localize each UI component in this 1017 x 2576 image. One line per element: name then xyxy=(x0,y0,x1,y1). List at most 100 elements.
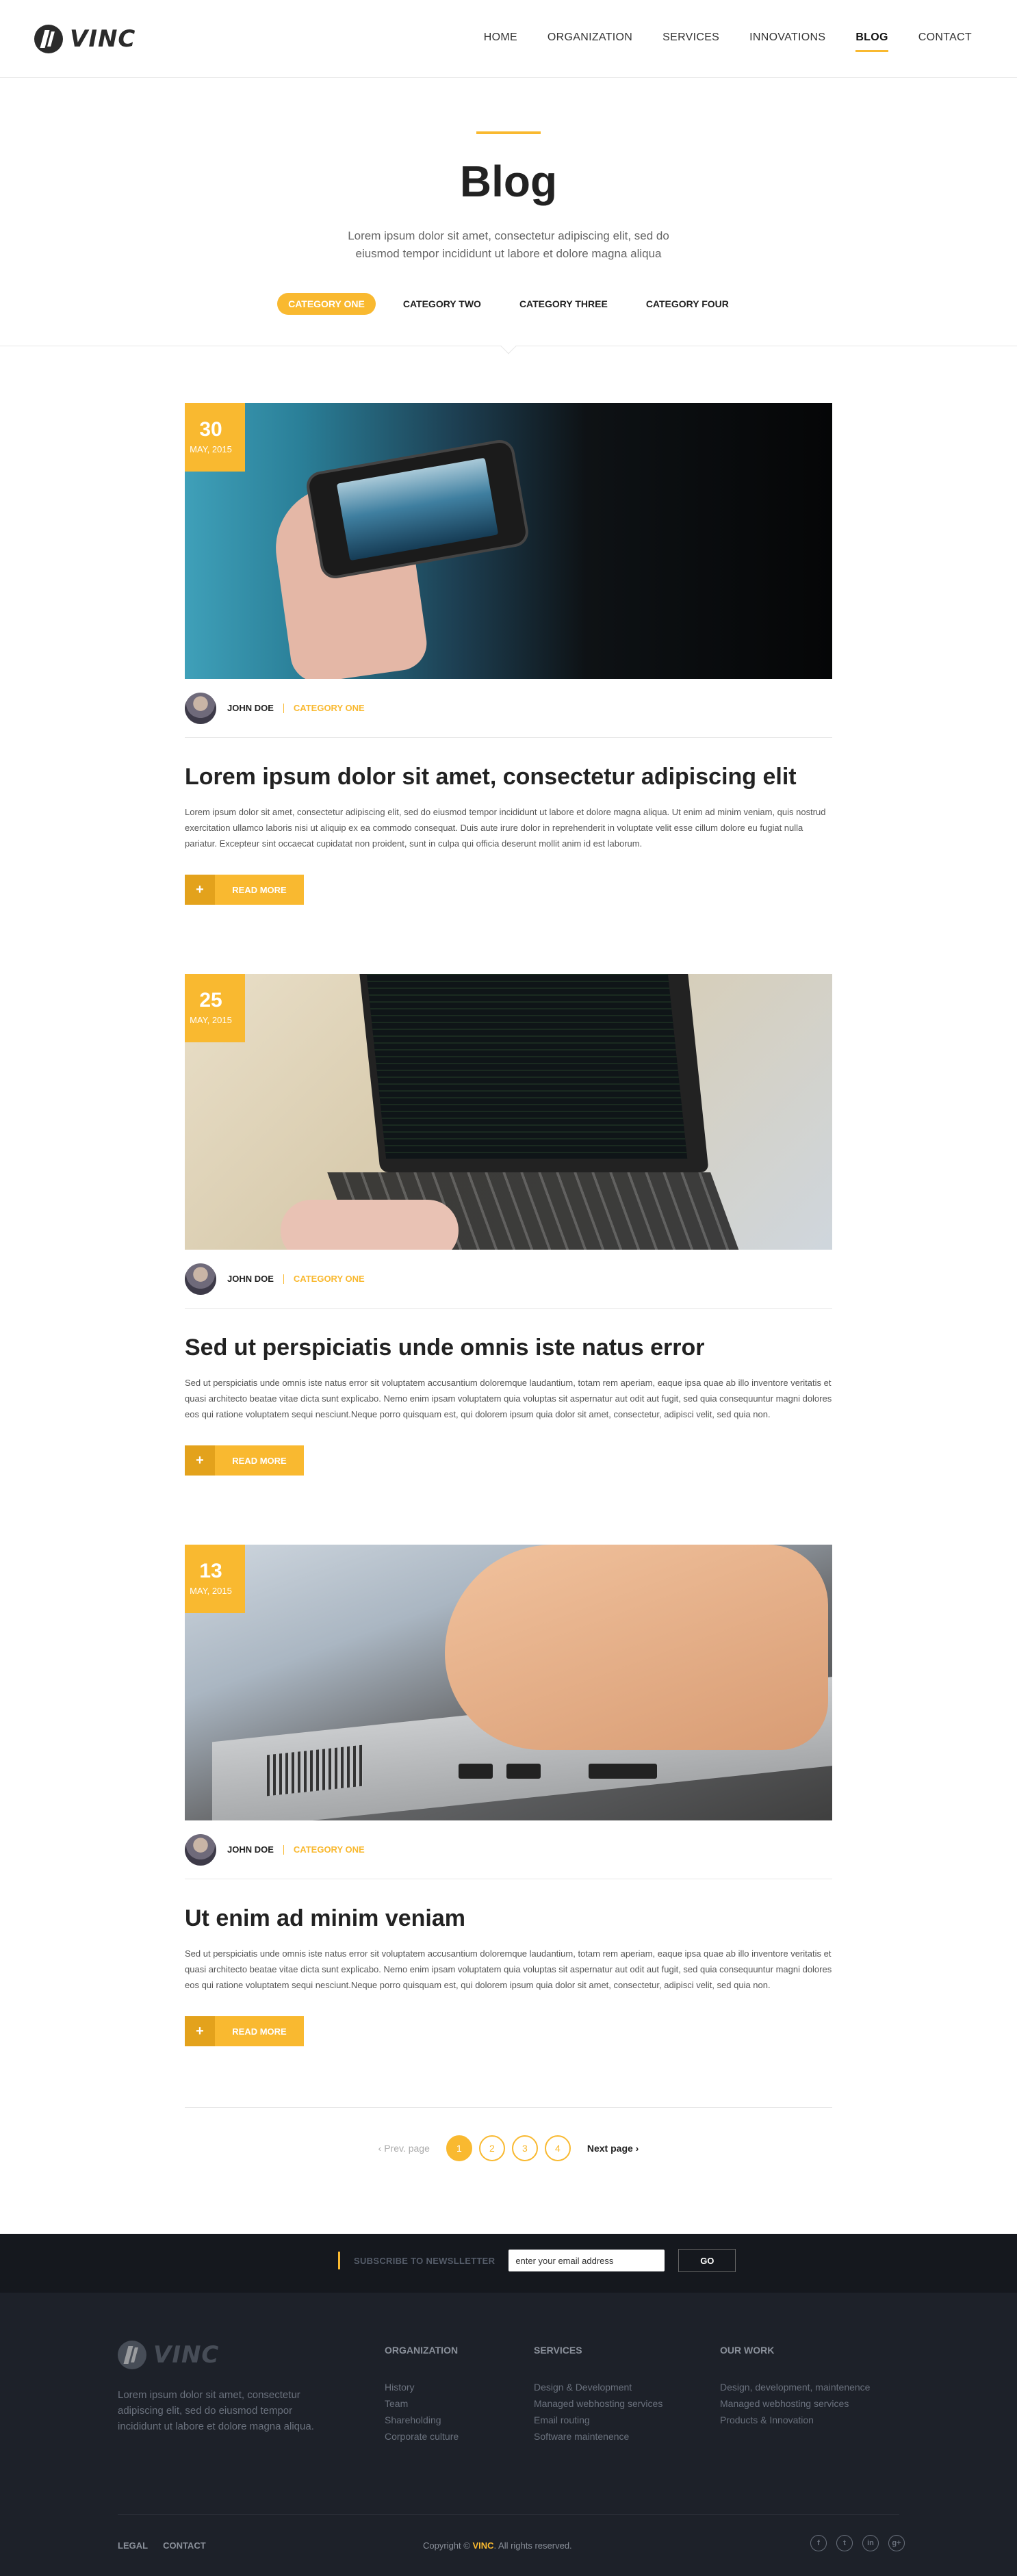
read-more-button[interactable]: + READ MORE xyxy=(185,875,304,905)
title-accent-bar xyxy=(476,131,541,134)
category-three-filter[interactable]: CATEGORY THREE xyxy=(508,293,619,315)
footer-link-team[interactable]: Team xyxy=(385,2395,459,2412)
post-month: MAY, 2015 xyxy=(190,1586,232,1596)
post-title[interactable]: Lorem ipsum dolor sit amet, consectetur … xyxy=(185,764,832,790)
category-filter: CATEGORY ONE CATEGORY TWO CATEGORY THREE… xyxy=(0,293,1017,315)
author-avatar xyxy=(185,1833,216,1866)
footer-about: Lorem ipsum dolor sit amet, consectetur … xyxy=(118,2389,314,2432)
meta-divider xyxy=(283,1274,284,1284)
post-category[interactable]: CATEGORY ONE xyxy=(294,703,365,713)
page-3-button[interactable]: 3 xyxy=(511,2135,538,2161)
post-category[interactable]: CATEGORY ONE xyxy=(294,1274,365,1284)
page-title: Blog xyxy=(459,157,558,206)
date-badge: 30 MAY, 2015 xyxy=(185,403,245,472)
footer-column-our-work: OUR WORK Design, development, maintenenc… xyxy=(720,2345,870,2428)
chevron-left-icon: ‹ xyxy=(378,2143,385,2154)
post-excerpt: Lorem ipsum dolor sit amet, consectetur … xyxy=(185,807,826,849)
chevron-right-icon: › xyxy=(632,2143,639,2154)
meta-divider xyxy=(283,703,284,713)
post-excerpt: Sed ut perspiciatis unde omnis iste natu… xyxy=(185,1378,832,1419)
footer-link-software-maintenence[interactable]: Software maintenence xyxy=(534,2428,662,2445)
footer-logo[interactable]: VINC xyxy=(118,2341,219,2369)
site-logo[interactable]: VINC xyxy=(34,25,136,53)
post-meta: JOHN DOE CATEGORY ONE xyxy=(185,1250,832,1309)
next-page-link[interactable]: Next page › xyxy=(587,2143,639,2154)
post-image[interactable]: 13 MAY, 2015 xyxy=(185,1545,832,1820)
nav-innovations[interactable]: INNOVATIONS xyxy=(749,31,825,44)
code-screen-shape xyxy=(366,974,688,1159)
logo-text: VINC xyxy=(70,25,136,53)
newsletter-label: SUBSCRIBE TO NEWSLLETTER xyxy=(354,2255,495,2266)
blog-intro: Blog Lorem ipsum dolor sit amet, consect… xyxy=(0,78,1017,355)
read-more-button[interactable]: + READ MORE xyxy=(185,2016,304,2046)
footer-link-managed-webhosting[interactable]: Managed webhosting services xyxy=(720,2395,870,2412)
footer-contact-link[interactable]: CONTACT xyxy=(163,2540,206,2551)
nav-home[interactable]: HOME xyxy=(484,31,517,44)
page-2-button[interactable]: 2 xyxy=(478,2135,505,2161)
nav-services[interactable]: SERVICES xyxy=(662,31,719,44)
date-badge: 13 MAY, 2015 xyxy=(185,1545,245,1613)
facebook-icon[interactable]: f xyxy=(810,2535,827,2551)
category-two-filter[interactable]: CATEGORY TWO xyxy=(392,293,492,315)
hand-shape xyxy=(445,1545,828,1750)
port-shape xyxy=(506,1764,541,1779)
post-image[interactable]: 25 MAY, 2015 xyxy=(185,974,832,1250)
post-image[interactable]: 30 MAY, 2015 xyxy=(185,403,832,679)
footer-link-history[interactable]: History xyxy=(385,2379,459,2395)
nav-organization[interactable]: ORGANIZATION xyxy=(548,31,632,44)
author-name[interactable]: JOHN DOE xyxy=(227,1274,274,1284)
footer-link-corporate-culture[interactable]: Corporate culture xyxy=(385,2428,459,2445)
copyright: Copyright © VINC. All rights reserved. xyxy=(423,2540,572,2551)
copyright-suffix: . All rights reserved. xyxy=(493,2540,572,2551)
footer-column-services: SERVICES Design & Development Managed we… xyxy=(534,2345,662,2445)
page-4-button[interactable]: 4 xyxy=(544,2135,571,2161)
prev-page-link[interactable]: ‹ Prev. page xyxy=(378,2143,430,2154)
phone-shape xyxy=(307,441,528,578)
footer-bottom-links: LEGAL CONTACT xyxy=(118,2540,206,2551)
category-one-filter[interactable]: CATEGORY ONE xyxy=(277,293,376,315)
footer-column-heading: ORGANIZATION xyxy=(385,2345,459,2356)
blog-post: 13 MAY, 2015 JOHN DOE CATEGORY ONE Ut en… xyxy=(185,1545,832,2107)
footer-link-webhosting[interactable]: Managed webhosting services xyxy=(534,2395,662,2412)
twitter-icon[interactable]: t xyxy=(836,2535,853,2551)
post-month: MAY, 2015 xyxy=(190,1015,232,1025)
blog-post: 30 MAY, 2015 JOHN DOE CATEGORY ONE Lorem… xyxy=(185,403,832,974)
newsletter-email-input[interactable] xyxy=(508,2250,665,2271)
googleplus-icon[interactable]: g+ xyxy=(888,2535,905,2551)
footer-legal-link[interactable]: LEGAL xyxy=(118,2540,148,2551)
hands-shape xyxy=(281,1200,459,1250)
read-more-label: READ MORE xyxy=(215,1445,304,1476)
footer-link-shareholding[interactable]: Shareholding xyxy=(385,2412,459,2428)
author-name[interactable]: JOHN DOE xyxy=(227,703,274,713)
footer-link-products-innovation[interactable]: Products & Innovation xyxy=(720,2412,870,2428)
post-title[interactable]: Sed ut perspiciatis unde omnis iste natu… xyxy=(185,1335,832,1361)
read-more-button[interactable]: + READ MORE xyxy=(185,1445,304,1476)
footer-link-email-routing[interactable]: Email routing xyxy=(534,2412,662,2428)
author-name[interactable]: JOHN DOE xyxy=(227,1844,274,1855)
footer-column-heading: OUR WORK xyxy=(720,2345,775,2356)
post-excerpt: Sed ut perspiciatis unde omnis iste natu… xyxy=(185,1948,832,1990)
post-meta: JOHN DOE CATEGORY ONE xyxy=(185,679,832,738)
pagination-divider xyxy=(185,2107,832,2108)
footer-link-design-dev-maint[interactable]: Design, development, maintenence xyxy=(720,2379,870,2395)
post-day: 13 xyxy=(199,1560,222,1582)
nav-blog[interactable]: BLOG xyxy=(855,31,889,52)
logo-mark-icon xyxy=(118,2341,146,2369)
footer-link-design-development[interactable]: Design & Development xyxy=(534,2379,662,2395)
linkedin-icon[interactable]: in xyxy=(862,2535,879,2551)
port-shape xyxy=(459,1764,493,1779)
read-more-label: READ MORE xyxy=(215,875,304,905)
pagination: ‹ Prev. page 1 2 3 4 Next page › xyxy=(0,2135,1017,2161)
post-meta: JOHN DOE CATEGORY ONE xyxy=(185,1820,832,1879)
meta-divider xyxy=(283,1844,284,1855)
page-1-button[interactable]: 1 xyxy=(446,2135,472,2161)
author-avatar xyxy=(185,692,216,724)
category-four-filter[interactable]: CATEGORY FOUR xyxy=(635,293,740,315)
logo-mark-icon xyxy=(34,25,63,53)
post-category[interactable]: CATEGORY ONE xyxy=(294,1844,365,1855)
post-title[interactable]: Ut enim ad minim veniam xyxy=(185,1905,832,1932)
copyright-prefix: Copyright © xyxy=(423,2540,470,2551)
nav-contact[interactable]: CONTACT xyxy=(918,31,972,44)
post-day: 25 xyxy=(199,989,222,1012)
newsletter-submit-button[interactable]: GO xyxy=(678,2249,736,2272)
